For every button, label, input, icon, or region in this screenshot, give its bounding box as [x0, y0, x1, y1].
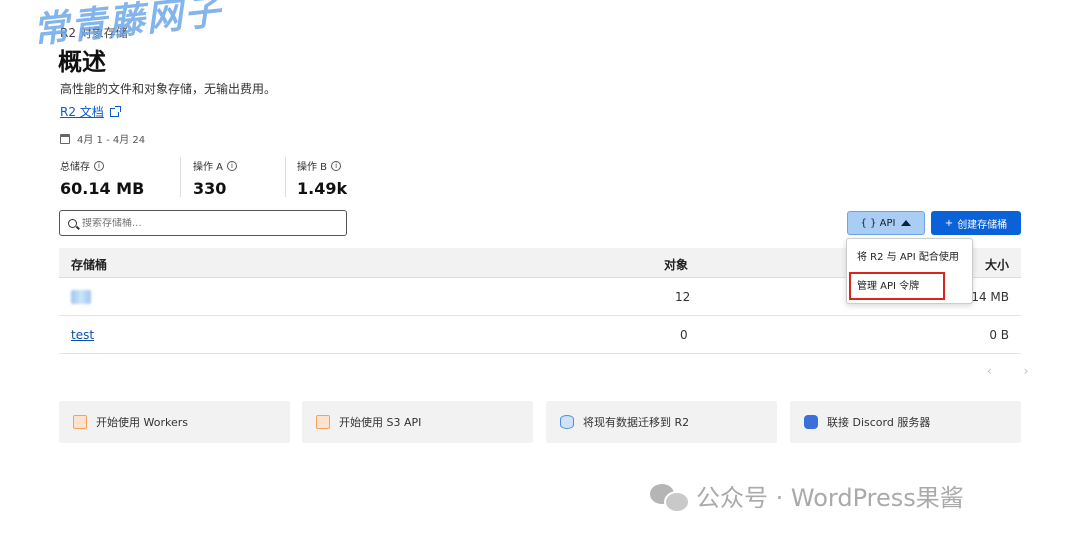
- object-count: 12: [675, 290, 691, 304]
- card-discord[interactable]: 联接 Discord 服务器: [790, 401, 1021, 443]
- api-button-label: { } API: [860, 217, 896, 229]
- bucket-size: 0 B: [989, 328, 1009, 342]
- column-header-bucket[interactable]: 存储桶: [71, 256, 107, 273]
- stat-divider: [180, 157, 181, 197]
- s3-icon: [316, 415, 330, 429]
- wechat-icon: [650, 482, 690, 513]
- stat-value: 330: [193, 179, 227, 198]
- stat-total-storage: 总储存 i 60.14 MB: [60, 158, 144, 198]
- api-button[interactable]: { } API: [847, 211, 925, 235]
- card-s3-api[interactable]: 开始使用 S3 API: [302, 401, 533, 443]
- page-subtitle: 高性能的文件和对象存储，无输出费用。: [60, 82, 277, 96]
- create-bucket-label: 创建存储桶: [957, 219, 1008, 231]
- info-icon[interactable]: i: [331, 160, 342, 171]
- date-range: 4月 1 - 4月 24: [60, 131, 145, 146]
- wechat-watermark-label: 公众号 · WordPress果酱: [696, 484, 964, 512]
- stat-label: 操作 B: [297, 162, 328, 173]
- bucket-size: 14 MB: [971, 290, 1009, 304]
- info-icon[interactable]: i: [94, 160, 104, 171]
- watermark: 常青藤网子: [30, 0, 225, 52]
- stat-value: 1.49k: [297, 179, 348, 198]
- card-label: 开始使用 Workers: [96, 416, 188, 429]
- r2-docs-link[interactable]: R2 文档: [60, 103, 121, 120]
- bucket-name-link[interactable]: tgp: [71, 290, 91, 304]
- stat-label: 操作 A: [193, 162, 224, 173]
- pagination[interactable]: ‹ ›: [987, 364, 1042, 378]
- bucket-name-link[interactable]: test: [71, 328, 94, 342]
- card-label: 联接 Discord 服务器: [827, 416, 931, 429]
- column-header-objects[interactable]: 对象: [664, 256, 688, 273]
- plus-icon: +: [944, 217, 954, 229]
- stat-label: 总储存: [60, 162, 90, 173]
- stat-operations-b: 操作 Bi 1.49k: [297, 158, 347, 198]
- stat-value: 60.14 MB: [60, 179, 145, 198]
- wechat-watermark: 公众号 · WordPress果酱: [650, 478, 964, 513]
- stat-divider: [285, 157, 286, 197]
- bucket-search[interactable]: [59, 210, 347, 236]
- search-icon: [68, 218, 77, 228]
- column-header-size[interactable]: 大小: [985, 256, 1009, 273]
- highlight-box: [849, 272, 945, 300]
- workers-icon: [73, 415, 87, 429]
- database-icon: [560, 415, 574, 429]
- search-input[interactable]: [82, 217, 322, 229]
- table-row: test 0 0 B: [59, 317, 1021, 354]
- card-workers[interactable]: 开始使用 Workers: [59, 401, 290, 443]
- menu-item-use-r2-with-api[interactable]: 将 R2 与 API 配合使用: [847, 245, 972, 271]
- date-range-label: 4月 1 - 4月 24: [77, 135, 146, 146]
- caret-up-icon: [901, 220, 912, 226]
- card-migrate-data[interactable]: 将现有数据迁移到 R2: [546, 401, 777, 443]
- card-label: 开始使用 S3 API: [339, 416, 422, 429]
- card-label: 将现有数据迁移到 R2: [583, 416, 690, 429]
- object-count: 0: [680, 328, 688, 342]
- r2-docs-link-label: R2 文档: [60, 105, 104, 119]
- discord-icon: [804, 415, 818, 429]
- external-link-icon: [109, 106, 121, 117]
- create-bucket-button[interactable]: + 创建存储桶: [931, 211, 1021, 235]
- info-icon[interactable]: i: [227, 160, 238, 171]
- calendar-icon: [60, 133, 70, 144]
- stat-operations-a: 操作 Ai 330: [193, 158, 238, 198]
